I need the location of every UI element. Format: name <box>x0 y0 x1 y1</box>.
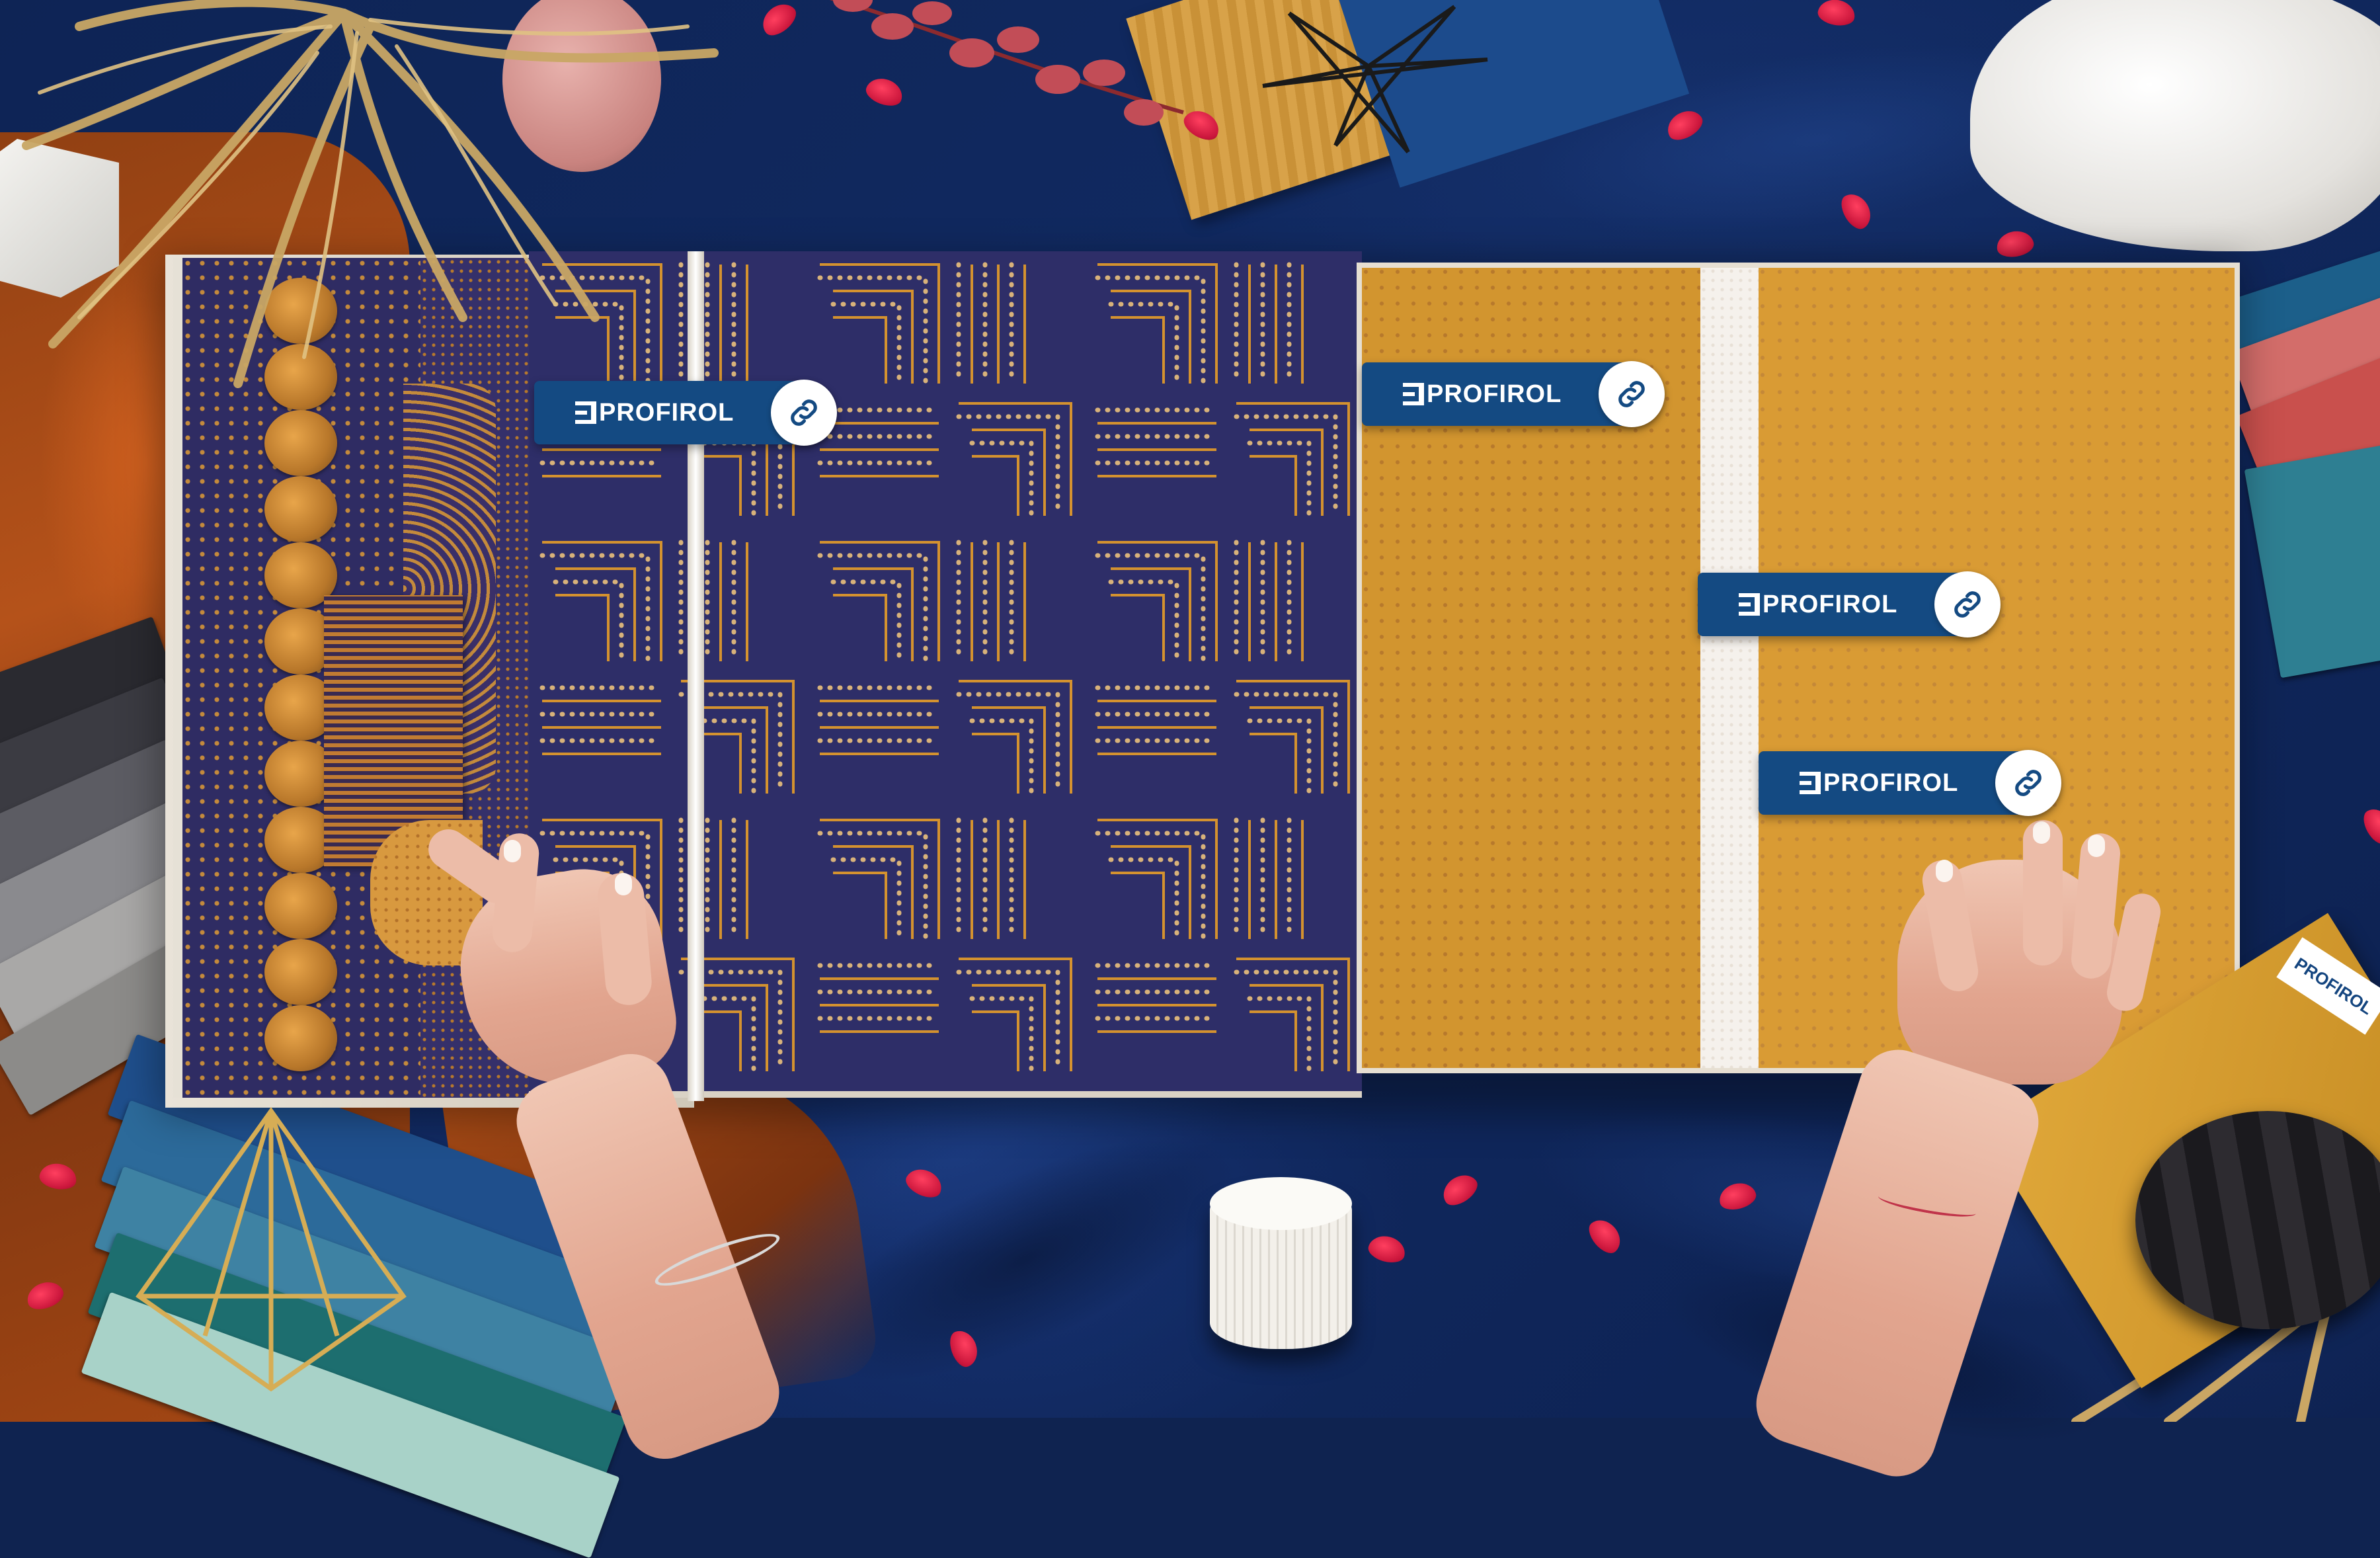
fingernail <box>615 873 632 895</box>
brand-mark-icon <box>1800 772 1821 794</box>
photo-scene: PROFIROL PROFIROL PROFIROL PROFIROL PROF… <box>0 0 2380 1558</box>
rose-petal <box>1995 228 2036 260</box>
white-sculpture <box>1970 0 2380 251</box>
product-link-button[interactable] <box>1934 571 2001 637</box>
product-tag[interactable]: PROFIROL <box>1759 750 2061 816</box>
product-link-button[interactable] <box>771 380 837 446</box>
tortoiseshell-disc <box>264 873 337 939</box>
tortoiseshell-disc <box>264 476 337 542</box>
tag-label: PROFIROL <box>599 398 734 427</box>
candle-top <box>1210 1177 1352 1230</box>
tag-label: PROFIROL <box>1763 590 1898 618</box>
fingernail <box>2033 821 2050 844</box>
white-wallpaper-strip <box>1700 268 1759 1068</box>
product-link-button[interactable] <box>1599 361 1665 427</box>
fingernail <box>2088 835 2105 857</box>
product-link-button[interactable] <box>1995 750 2061 816</box>
tortoiseshell-disc <box>264 410 337 476</box>
brand-mark-icon <box>1403 383 1424 405</box>
fingernail <box>1936 860 1953 882</box>
product-tag[interactable]: PROFIROL <box>534 380 837 446</box>
tag-label: PROFIROL <box>1823 768 1959 797</box>
eucalyptus-branch <box>829 0 1184 126</box>
pampas-grass <box>22 0 719 388</box>
link-icon <box>1954 591 1981 618</box>
brand-logo: PROFIROL <box>1759 769 1958 798</box>
rose-petal <box>1366 1232 1408 1266</box>
tortoiseshell-disc <box>264 1005 337 1071</box>
brand-logo: PROFIROL <box>1698 591 1897 619</box>
rose-petal <box>1816 0 1857 28</box>
brand-mark-icon <box>1739 593 1760 616</box>
link-icon <box>1618 381 1645 407</box>
brand-logo: PROFIROL <box>534 399 734 427</box>
product-tag[interactable]: PROFIROL <box>1698 571 2001 637</box>
fabric-swatch <box>2244 432 2380 678</box>
tortoiseshell-disc <box>264 939 337 1005</box>
tag-label: PROFIROL <box>1427 380 1562 408</box>
gold-wire-ornament <box>136 1106 407 1392</box>
rose-petal <box>1437 1168 1482 1211</box>
product-tag[interactable]: PROFIROL <box>1362 361 1665 427</box>
link-icon <box>791 399 817 426</box>
wire-star-ornament <box>1262 5 1488 153</box>
fingernail <box>504 840 521 862</box>
rose-petal <box>2358 803 2380 848</box>
brand-logo: PROFIROL <box>1362 380 1562 409</box>
link-icon <box>2015 770 2042 796</box>
brand-mark-icon <box>575 401 596 424</box>
